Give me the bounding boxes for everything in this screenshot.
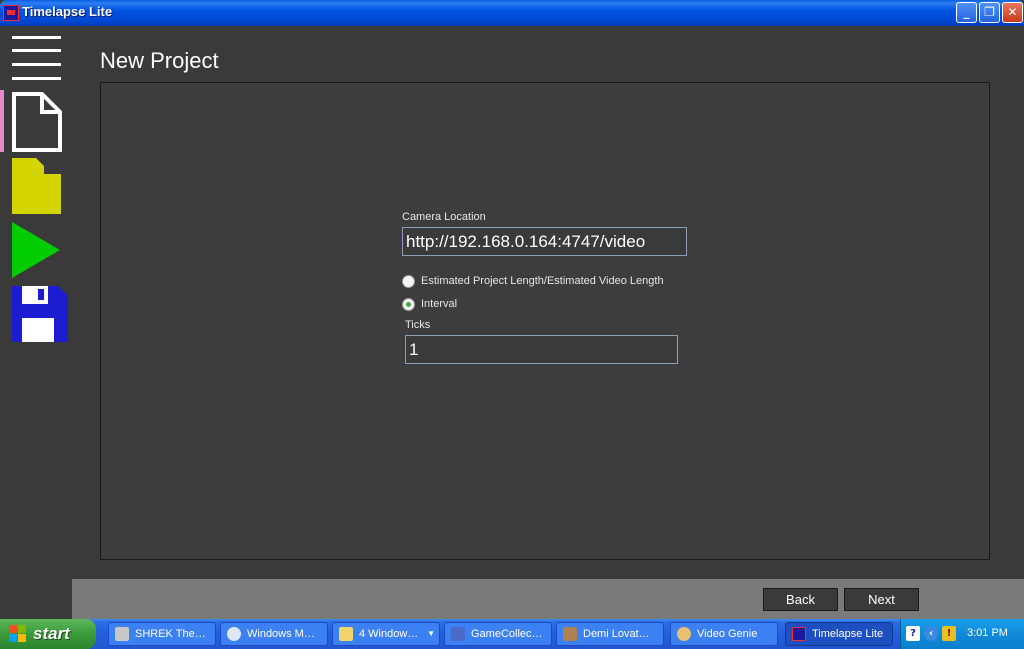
maximize-button[interactable]: ❐ <box>979 2 1000 23</box>
taskbar-item-label: 4 Window… <box>359 628 419 640</box>
new-project-button[interactable] <box>12 92 62 152</box>
new-document-icon <box>12 92 62 152</box>
camera-location-input[interactable]: http://192.168.0.164:4747/video <box>402 227 687 256</box>
page-title: New Project <box>100 48 219 73</box>
floppy-disk-icon <box>12 286 68 342</box>
system-tray: ? ‹ ! 3:01 PM <box>900 619 1024 649</box>
folder-icon <box>339 627 353 641</box>
sidebar <box>0 26 72 619</box>
taskbar-item-label: Windows M… <box>247 628 315 640</box>
start-label: start <box>33 624 70 643</box>
next-button[interactable]: Next <box>844 588 919 611</box>
footer-bar: Back Next <box>72 579 1024 619</box>
camera-location-label: Camera Location <box>402 211 486 223</box>
ticks-input[interactable]: 1 <box>405 335 678 364</box>
app-icon <box>563 627 577 641</box>
interval-label: Interval <box>421 298 458 310</box>
back-arrow-icon[interactable]: ‹ <box>924 626 938 641</box>
taskbar-item-active[interactable]: Timelapse Lite <box>785 622 893 646</box>
chevron-down-icon: ▼ <box>427 629 435 638</box>
media-player-icon <box>227 627 241 641</box>
save-button[interactable] <box>12 286 68 344</box>
title-bar: Timelapse Lite _ ❐ ✕ <box>0 0 1024 26</box>
app-window: New Project Camera Location http://192.1… <box>0 26 1024 619</box>
taskbar-item[interactable]: Demi Lovat… <box>556 622 664 646</box>
menu-button[interactable] <box>12 34 62 92</box>
taskbar-item[interactable]: Video Genie <box>670 622 778 646</box>
paint-icon <box>677 627 691 641</box>
taskbar-item[interactable]: Windows M… <box>220 622 328 646</box>
gamepad-icon <box>451 627 465 641</box>
taskbar-item-label: GameCollec… <box>471 628 543 640</box>
clock[interactable]: 3:01 PM <box>967 627 1008 639</box>
minimize-button[interactable]: _ <box>956 2 977 23</box>
help-icon[interactable]: ? <box>906 626 920 641</box>
ticks-label: Ticks <box>405 319 431 331</box>
new-project-form: Camera Location http://192.168.0.164:474… <box>100 82 990 560</box>
security-shield-icon[interactable]: ! <box>942 626 956 641</box>
app-icon <box>3 5 19 21</box>
app-icon <box>115 627 129 641</box>
taskbar-item[interactable]: 4 Window… ▼ <box>332 622 440 646</box>
start-button[interactable]: start <box>0 619 96 649</box>
window-title: Timelapse Lite <box>22 4 113 19</box>
taskbar-item[interactable]: SHREK The… <box>108 622 216 646</box>
interval-radio[interactable] <box>402 298 415 311</box>
folder-icon <box>12 158 61 214</box>
open-project-button[interactable] <box>12 158 62 216</box>
taskbar-item-label: Timelapse Lite <box>812 628 884 640</box>
active-item-marker <box>0 90 4 152</box>
taskbar-item-label: Video Genie <box>697 628 758 640</box>
windows-logo-icon <box>9 625 27 643</box>
timelapse-icon <box>792 627 806 641</box>
close-button[interactable]: ✕ <box>1002 2 1023 23</box>
taskbar-item[interactable]: GameCollec… <box>444 622 552 646</box>
play-button[interactable] <box>12 222 62 280</box>
taskbar: start SHREK The… Windows M… 4 Window… ▼ … <box>0 619 1024 649</box>
back-button[interactable]: Back <box>763 588 838 611</box>
estimated-length-radio[interactable] <box>402 275 415 288</box>
play-icon <box>12 222 60 278</box>
estimated-length-label: Estimated Project Length/Estimated Video… <box>421 275 664 287</box>
taskbar-item-label: Demi Lovat… <box>583 628 650 640</box>
taskbar-item-label: SHREK The… <box>135 628 206 640</box>
